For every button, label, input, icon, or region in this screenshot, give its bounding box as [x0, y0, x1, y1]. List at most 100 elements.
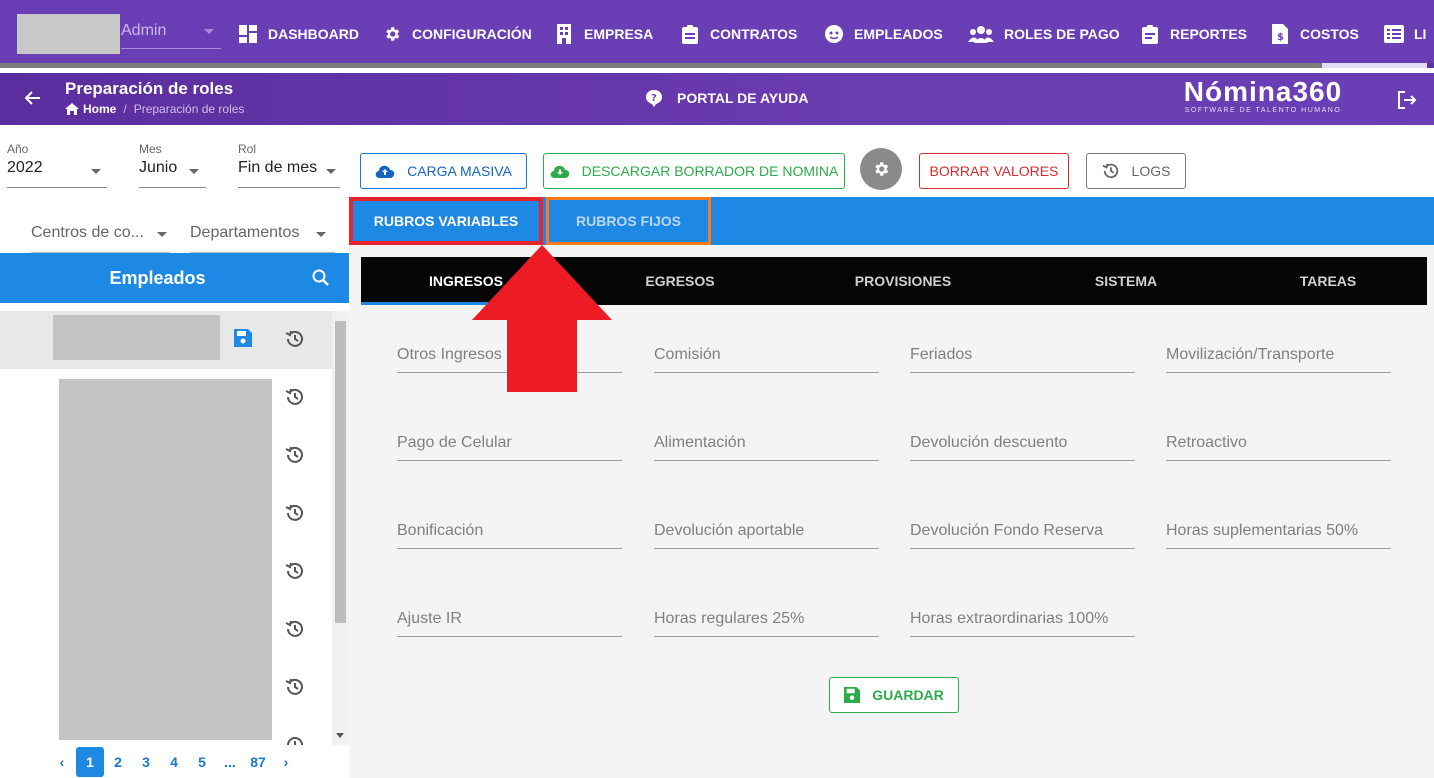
- face-icon: [824, 24, 844, 44]
- field-feriados[interactable]: Feriados: [910, 332, 1135, 373]
- floppy-disk-icon[interactable]: [234, 329, 252, 347]
- nav-label: LI: [1414, 26, 1427, 42]
- nav-label: COSTOS: [1300, 26, 1359, 42]
- page-button[interactable]: 1: [76, 747, 104, 777]
- nav-contratos[interactable]: CONTRATOS: [680, 22, 797, 46]
- page-button[interactable]: 2: [104, 747, 132, 777]
- logout-icon[interactable]: [1396, 89, 1418, 111]
- history-icon[interactable]: [285, 735, 305, 745]
- bulk-upload-button[interactable]: CARGA MASIVA: [360, 153, 527, 189]
- user-menu-underline: [121, 48, 221, 49]
- page-button[interactable]: 87: [244, 747, 272, 777]
- subtab-sistema[interactable]: SISTEMA: [1017, 257, 1235, 305]
- field-devolucion-fondo-reserva[interactable]: Devolución Fondo Reserva: [910, 508, 1135, 549]
- page-button[interactable]: 5: [188, 747, 216, 777]
- page-title: Preparación de roles: [65, 79, 234, 98]
- field-devolucion-descuento[interactable]: Devolución descuento: [910, 420, 1135, 461]
- page-button[interactable]: 4: [160, 747, 188, 777]
- save-button[interactable]: GUARDAR: [829, 677, 959, 713]
- field-retroactivo[interactable]: Retroactivo: [1166, 420, 1391, 461]
- select-underline: [238, 187, 340, 188]
- nav-empresa[interactable]: EMPRESA: [554, 22, 653, 46]
- field-horas-regulares[interactable]: Horas regulares 25%: [654, 596, 879, 637]
- field-ajuste-ir[interactable]: Ajuste IR: [397, 596, 622, 637]
- month-select[interactable]: Mes Junio: [139, 142, 206, 188]
- nav-configuracion[interactable]: CONFIGURACIÓN: [382, 22, 532, 46]
- top-navbar: Admin DASHBOARD CONFIGURACIÓN EMPRESA CO…: [0, 0, 1434, 68]
- history-icon[interactable]: [285, 503, 305, 523]
- role-value: Fin de mes: [238, 159, 318, 176]
- field-underline: [654, 372, 879, 373]
- search-icon[interactable]: [311, 268, 331, 288]
- cloud-download-icon: [550, 164, 570, 178]
- clipboard-icon: [680, 24, 700, 44]
- nav-dashboard[interactable]: DASHBOARD: [238, 22, 359, 46]
- save-label: GUARDAR: [872, 687, 944, 703]
- field-devolucion-aportable[interactable]: Devolución aportable: [654, 508, 879, 549]
- subtab-provisiones[interactable]: PROVISIONES: [789, 257, 1017, 305]
- chevron-down-icon: [91, 169, 101, 174]
- scrollbar-thumb[interactable]: [335, 321, 346, 623]
- scroll-down-arrow-icon[interactable]: [336, 733, 344, 738]
- cost-center-placeholder: Centros de co...: [31, 224, 144, 241]
- home-icon[interactable]: [65, 103, 79, 115]
- page-button[interactable]: 3: [132, 747, 160, 777]
- gear-icon: [875, 162, 889, 176]
- nav-label: DASHBOARD: [268, 26, 359, 42]
- floppy-disk-icon: [844, 687, 861, 703]
- chevron-down-icon: [326, 169, 336, 174]
- download-draft-button[interactable]: DESCARGAR BORRADOR DE NOMINA: [543, 153, 845, 189]
- field-placeholder: Horas extraordinarias 100%: [910, 610, 1109, 627]
- field-movilizacion[interactable]: Movilización/Transporte: [1166, 332, 1391, 373]
- year-select[interactable]: Año 2022: [7, 142, 107, 188]
- field-placeholder: Devolución aportable: [654, 522, 805, 539]
- history-icon[interactable]: [285, 387, 305, 407]
- select-underline: [7, 187, 107, 188]
- field-underline: [654, 548, 879, 549]
- history-icon[interactable]: [285, 677, 305, 697]
- field-placeholder: Devolución descuento: [910, 434, 1068, 451]
- breadcrumb: Home / Preparación de roles: [65, 102, 244, 116]
- field-underline: [1166, 548, 1391, 549]
- history-icon[interactable]: [285, 561, 305, 581]
- nav-label: EMPRESA: [584, 26, 654, 42]
- cost-center-select[interactable]: Centros de co...: [31, 224, 170, 254]
- settings-button[interactable]: [860, 148, 902, 190]
- department-select[interactable]: Departamentos: [190, 224, 335, 254]
- prev-page-icon[interactable]: ‹: [48, 747, 76, 777]
- history-icon[interactable]: [285, 619, 305, 639]
- field-comision[interactable]: Comisión: [654, 332, 879, 373]
- breadcrumb-home[interactable]: Home: [83, 102, 116, 116]
- field-alimentacion[interactable]: Alimentación: [654, 420, 879, 461]
- history-icon[interactable]: [285, 445, 305, 465]
- nav-more[interactable]: LI: [1384, 22, 1426, 46]
- history-icon[interactable]: [285, 329, 305, 349]
- field-placeholder: Ajuste IR: [397, 610, 462, 627]
- logs-button[interactable]: LOGS: [1086, 153, 1186, 189]
- nav-label: EMPLEADOS: [854, 26, 943, 42]
- nav-empleados[interactable]: EMPLEADOS: [824, 22, 943, 46]
- role-label: Rol: [238, 142, 257, 156]
- tab-rubros-variables[interactable]: RUBROS VARIABLES: [349, 197, 543, 245]
- role-select[interactable]: Rol Fin de mes: [238, 142, 340, 188]
- subtab-tareas[interactable]: TAREAS: [1235, 257, 1421, 305]
- chevron-down-icon[interactable]: [204, 29, 214, 34]
- nav-roles-de-pago[interactable]: ROLES DE PAGO: [968, 22, 1120, 46]
- nav-costos[interactable]: $ COSTOS: [1270, 22, 1359, 46]
- field-pago-celular[interactable]: Pago de Celular: [397, 420, 622, 461]
- field-bonificacion[interactable]: Bonificación: [397, 508, 622, 549]
- next-page-icon[interactable]: ›: [272, 747, 300, 777]
- back-arrow-icon[interactable]: [22, 87, 44, 109]
- field-horas-suplementarias[interactable]: Horas suplementarias 50%: [1166, 508, 1391, 549]
- user-menu[interactable]: Admin: [121, 22, 166, 40]
- nav-reportes[interactable]: REPORTES: [1140, 22, 1247, 46]
- field-underline: [654, 460, 879, 461]
- tab-rubros-fijos[interactable]: RUBROS FIJOS: [546, 197, 711, 245]
- field-horas-extraordinarias[interactable]: Horas extraordinarias 100%: [910, 596, 1135, 637]
- field-placeholder: Bonificación: [397, 522, 484, 539]
- help-portal-link[interactable]: ? PORTAL DE AYUDA: [645, 89, 808, 107]
- gear-icon: [382, 24, 402, 44]
- select-underline: [139, 187, 206, 188]
- svg-text:?: ?: [651, 93, 657, 104]
- clear-values-button[interactable]: BORRAR VALORES: [919, 153, 1069, 189]
